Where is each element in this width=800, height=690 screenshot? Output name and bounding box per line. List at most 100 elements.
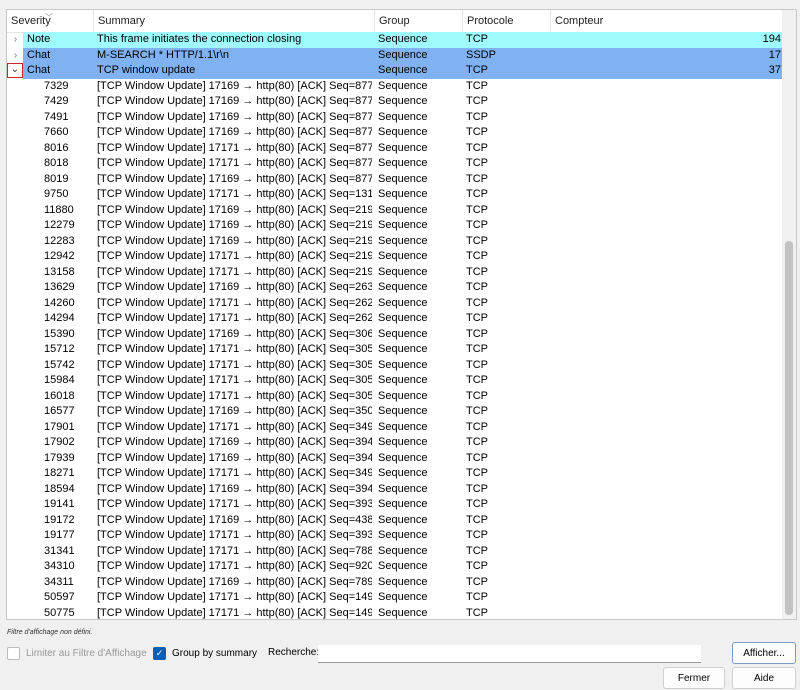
summary-cell: [TCP Window Update] 17171 → http(80) [AC… [97, 374, 372, 386]
group-cell: Sequence [378, 389, 428, 402]
frame-number-cell: 7660 [44, 126, 69, 138]
table-row[interactable]: 50597 [TCP Window Update] 17171 → http(80… [7, 590, 784, 606]
expert-info-table[interactable]: ﹀ Severity Summary Group Protocole Compte… [6, 9, 797, 620]
table-row[interactable]: 14260 [TCP Window Update] 17171 → http(80… [7, 296, 784, 312]
table-row[interactable]: 16577 [TCP Window Update] 17169 → http(80… [7, 404, 784, 420]
table-row[interactable]: 14294 [TCP Window Update] 17171 → http(80… [7, 311, 784, 327]
frame-number-cell: 16018 [44, 389, 75, 402]
table-row[interactable]: 9750 [TCP Window Update] 17171 → http(80)… [7, 187, 784, 203]
chevron-right-icon[interactable]: › [9, 48, 22, 64]
table-row[interactable]: 34310 [TCP Window Update] 17171 → http(80… [7, 559, 784, 575]
frame-number-cell: 14260 [44, 296, 75, 309]
group-cell: Sequence [378, 95, 428, 107]
close-button[interactable]: Fermer [663, 667, 725, 689]
table-row[interactable]: 19141 [TCP Window Update] 17171 → http(80… [7, 497, 784, 513]
protocol-cell: TCP [466, 79, 488, 92]
summary-cell: [TCP Window Update] 17171 → http(80) [AC… [97, 141, 372, 154]
group-cell: Sequence [378, 64, 428, 76]
table-row[interactable]: 17902 [TCP Window Update] 17169 → http(80… [7, 435, 784, 451]
table-row[interactable]: 18271 [TCP Window Update] 17171 → http(80… [7, 466, 784, 482]
severity-cell: Chat [27, 48, 51, 61]
table-row[interactable]: 12942 [TCP Window Update] 17171 → http(80… [7, 249, 784, 265]
column-header-count[interactable]: Compteur [551, 10, 784, 32]
frame-number-cell: 14294 [44, 312, 75, 324]
table-row[interactable]: 15984 [TCP Window Update] 17171 → http(80… [7, 373, 784, 389]
table-row[interactable]: 16018 [TCP Window Update] 17171 → http(80… [7, 389, 784, 405]
summary-cell: [TCP Window Update] 17169 → http(80) [AC… [97, 203, 372, 216]
group-cell: Sequence [378, 374, 428, 386]
protocol-cell: TCP [466, 544, 488, 557]
group-cell: Sequence [378, 250, 428, 262]
table-row[interactable]: 13158 [TCP Window Update] 17171 → http(80… [7, 265, 784, 281]
table-row[interactable]: 12279 [TCP Window Update] 17169 → http(80… [7, 218, 784, 234]
summary-cell: [TCP Window Update] 17169 → http(80) [AC… [97, 575, 372, 588]
group-row[interactable]: › Chat M-SEARCH * HTTP/1.1\r\n Sequence SSDP… [7, 47, 784, 64]
group-row[interactable]: › Note This frame initiates the connection… [7, 32, 784, 48]
table-row[interactable]: 13629 [TCP Window Update] 17169 → http(80… [7, 280, 784, 296]
frame-number-cell: 18271 [44, 467, 75, 479]
group-row[interactable]: ⌄ Chat TCP window update Sequence TCP 37 [7, 63, 784, 79]
table-row[interactable]: 7491 [TCP Window Update] 17169 → http(80)… [7, 110, 784, 126]
frame-number-cell: 15984 [44, 374, 75, 386]
summary-cell: TCP window update [97, 64, 196, 76]
table-row[interactable]: 19177 [TCP Window Update] 17171 → http(80… [7, 528, 784, 544]
summary-cell: [TCP Window Update] 17169 → http(80) [AC… [97, 234, 372, 247]
protocol-cell: TCP [466, 312, 488, 324]
frame-number-cell: 17902 [44, 436, 75, 448]
chevron-down-icon[interactable]: ⌄ [7, 63, 23, 78]
column-header-severity[interactable]: ﹀ Severity [7, 10, 94, 32]
table-row[interactable]: 8018 [TCP Window Update] 17171 → http(80)… [7, 156, 784, 172]
table-row[interactable]: 15712 [TCP Window Update] 17171 → http(80… [7, 342, 784, 358]
table-row[interactable]: 31341 [TCP Window Update] 17171 → http(80… [7, 544, 784, 560]
table-row[interactable]: 8016 [TCP Window Update] 17171 → http(80)… [7, 141, 784, 157]
search-input[interactable] [318, 645, 701, 663]
frame-number-cell: 13629 [44, 281, 75, 293]
frame-number-cell: 50597 [44, 591, 75, 603]
table-row[interactable]: 7660 [TCP Window Update] 17169 → http(80)… [7, 125, 784, 141]
group-by-summary-checkbox[interactable]: ✓ Group by summary [153, 647, 257, 660]
group-cell: Sequence [378, 498, 428, 510]
protocol-cell: TCP [466, 126, 488, 138]
protocol-cell: TCP [466, 389, 488, 402]
column-header-group[interactable]: Group [375, 10, 463, 32]
summary-cell: [TCP Window Update] 17171 → http(80) [AC… [97, 343, 372, 355]
summary-cell: [TCP Window Update] 17169 → http(80) [AC… [97, 451, 372, 464]
group-cell: Sequence [378, 513, 428, 526]
protocol-cell: TCP [466, 358, 488, 371]
group-cell: Sequence [378, 544, 428, 557]
filter-status: Filtre d'affichage non défini. [7, 629, 93, 636]
summary-cell: [TCP Window Update] 17171 → http(80) [AC… [97, 420, 372, 433]
protocol-cell: SSDP [466, 48, 496, 61]
column-header-summary[interactable]: Summary [94, 10, 375, 32]
column-header-protocol[interactable]: Protocole [463, 10, 551, 32]
table-row[interactable]: 15742 [TCP Window Update] 17171 → http(80… [7, 358, 784, 374]
table-row[interactable]: 15390 [TCP Window Update] 17169 → http(80… [7, 327, 784, 343]
show-button[interactable]: Afficher... [732, 642, 796, 664]
group-cell: Sequence [378, 436, 428, 448]
table-row[interactable]: 17901 [TCP Window Update] 17171 → http(80… [7, 420, 784, 436]
table-row[interactable]: 50775 [TCP Window Update] 17171 → http(80… [7, 606, 784, 620]
table-row[interactable]: 7329 [TCP Window Update] 17169 → http(80)… [7, 79, 784, 95]
table-row[interactable]: 18594 [TCP Window Update] 17169 → http(80… [7, 482, 784, 498]
summary-cell: [TCP Window Update] 17171 → http(80) [AC… [97, 188, 372, 200]
severity-cell: Chat [27, 64, 51, 76]
table-row[interactable]: 7429 [TCP Window Update] 17169 → http(80)… [7, 94, 784, 110]
group-cell: Sequence [378, 234, 428, 247]
scrollbar-thumb[interactable] [785, 241, 793, 615]
chevron-right-icon[interactable]: › [9, 32, 22, 48]
help-button[interactable]: Aide [732, 667, 796, 689]
table-row[interactable]: 19172 [TCP Window Update] 17169 → http(80… [7, 513, 784, 529]
summary-cell: [TCP Window Update] 17171 → http(80) [AC… [97, 529, 372, 541]
protocol-cell: TCP [466, 188, 488, 200]
frame-number-cell: 12942 [44, 250, 75, 262]
table-row[interactable]: 17939 [TCP Window Update] 17169 → http(80… [7, 451, 784, 467]
limit-to-filter-checkbox[interactable]: Limiter au Filtre d'Affichage [7, 647, 147, 660]
sort-chevron-icon: ﹀ [45, 13, 53, 22]
protocol-cell: TCP [466, 141, 488, 154]
table-row[interactable]: 12283 [TCP Window Update] 17169 → http(80… [7, 234, 784, 250]
vertical-scrollbar[interactable] [782, 10, 796, 619]
table-row[interactable]: 34311 [TCP Window Update] 17169 → http(80… [7, 575, 784, 591]
table-row[interactable]: 11880 [TCP Window Update] 17169 → http(80… [7, 203, 784, 219]
protocol-cell: TCP [466, 467, 488, 479]
table-row[interactable]: 8019 [TCP Window Update] 17169 → http(80)… [7, 172, 784, 188]
